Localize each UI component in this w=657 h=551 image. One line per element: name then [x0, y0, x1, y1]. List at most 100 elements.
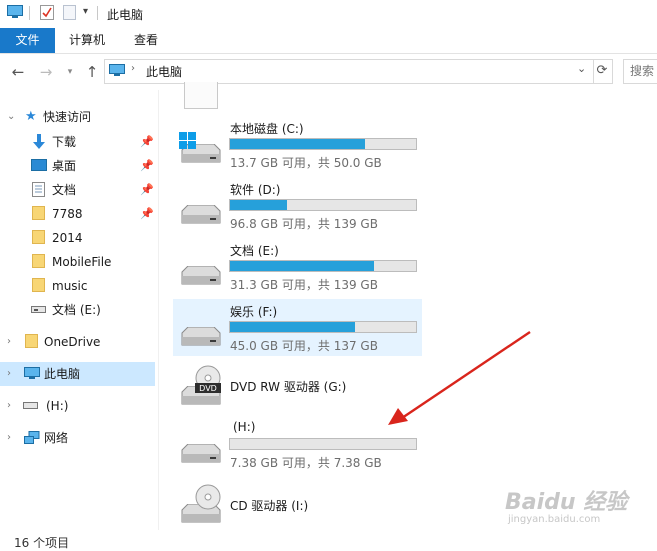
usage-fill	[230, 139, 366, 149]
drive-c[interactable]: 本地磁盘 (C:) 13.7 GB 可用，共 50.0 GB	[173, 116, 422, 173]
usage-fill	[230, 322, 355, 332]
drive-space: 13.7 GB 可用，共 50.0 GB	[230, 156, 382, 170]
nav-item-desktop[interactable]: 桌面 📌	[0, 155, 155, 177]
usage-bar	[229, 138, 417, 150]
baidu-watermark-logo: Baidu 经验	[505, 490, 628, 515]
drive-d[interactable]: 软件 (D:) 96.8 GB 可用，共 139 GB	[173, 177, 422, 234]
drive-icon	[31, 306, 46, 313]
breadcrumb[interactable]: 此电脑	[146, 63, 182, 80]
cropped-drive-icon[interactable]	[184, 82, 218, 109]
nav-this-pc[interactable]: › 此电脑	[0, 362, 155, 386]
nav-label: 下载	[52, 135, 77, 149]
nav-item-mobilefile[interactable]: MobileFile	[0, 251, 155, 273]
pane-divider[interactable]	[158, 90, 159, 530]
nav-label: 桌面	[52, 159, 77, 173]
nav-label: 文档 (E:)	[52, 303, 101, 317]
download-arrow-icon	[33, 134, 45, 149]
up-button[interactable]: ↑	[82, 62, 102, 82]
tab-view[interactable]: 查看	[122, 28, 170, 53]
computer-icon	[7, 5, 23, 18]
usb-drive-icon	[23, 402, 38, 409]
refresh-button[interactable]: ⟳	[592, 59, 613, 84]
navigation-pane: ⌄ ★ 快速访问 下载 📌 桌面 📌 文档 📌 7788 📌 2014 Mobi…	[0, 96, 158, 536]
nav-item-documents[interactable]: 文档 📌	[0, 179, 155, 201]
customize-toolbar-icon[interactable]: ▾	[83, 6, 88, 17]
nav-label: 此电脑	[44, 367, 81, 381]
folder-icon	[25, 334, 38, 348]
drive-e[interactable]: 文档 (E:) 31.3 GB 可用，共 139 GB	[173, 238, 422, 295]
chevron-right-icon[interactable]: ›	[7, 427, 11, 449]
folder-icon	[32, 254, 45, 268]
chevron-down-icon[interactable]: ⌄	[7, 106, 15, 128]
baidu-watermark-url: jingyan.baidu.com	[508, 514, 601, 525]
nav-h-drive[interactable]: › (H:)	[0, 395, 155, 417]
nav-item-documents-e[interactable]: 文档 (E:)	[0, 299, 155, 321]
recent-locations-button[interactable]: ▾	[60, 62, 80, 82]
address-bar[interactable]: › 此电脑 ⌄	[104, 59, 594, 84]
chevron-right-icon[interactable]: ›	[7, 362, 11, 386]
removable-drive-icon	[181, 444, 221, 463]
tab-file[interactable]: 文件	[0, 28, 55, 53]
chevron-down-icon[interactable]: ⌄	[577, 62, 586, 75]
network-icon	[24, 431, 40, 444]
drive-i-cd[interactable]: CD 驱动器 (I:)	[173, 480, 422, 530]
pin-icon[interactable]: 📌	[140, 179, 154, 201]
new-folder-icon[interactable]	[63, 5, 76, 20]
usage-bar	[229, 199, 417, 211]
dvd-disc-icon: DVD	[195, 365, 221, 393]
nav-label: MobileFile	[52, 255, 112, 269]
cd-disc-icon	[195, 484, 221, 510]
window-title: 此电脑	[107, 8, 144, 22]
svg-text:DVD: DVD	[199, 384, 217, 393]
usage-fill	[230, 261, 375, 271]
title-bar: ▾ 此电脑	[0, 0, 657, 28]
drive-name: 本地磁盘 (C:)	[230, 122, 304, 136]
folder-icon	[32, 278, 45, 292]
nav-item-7788[interactable]: 7788 📌	[0, 203, 155, 225]
nav-label: OneDrive	[44, 335, 101, 349]
drive-name: (H:)	[233, 420, 256, 434]
nav-quick-access[interactable]: ⌄ ★ 快速访问	[0, 106, 155, 128]
document-icon	[32, 182, 45, 197]
drive-name: 文档 (E:)	[230, 244, 279, 258]
drive-space: 7.38 GB 可用，共 7.38 GB	[230, 456, 382, 470]
usage-bar	[229, 438, 417, 450]
drive-name: CD 驱动器 (I:)	[230, 499, 309, 513]
ribbon-tabs: 文件 计算机 查看	[0, 28, 657, 54]
nav-label: 文档	[52, 183, 77, 197]
status-item-count: 16 个项目	[14, 536, 70, 550]
nav-item-music[interactable]: music	[0, 275, 155, 297]
drive-name: 软件 (D:)	[230, 183, 281, 197]
hard-drive-icon	[181, 327, 221, 346]
nav-network[interactable]: › 网络	[0, 427, 155, 449]
drive-space: 31.3 GB 可用，共 139 GB	[230, 278, 378, 292]
desktop-icon	[31, 159, 47, 171]
pin-icon[interactable]: 📌	[140, 155, 154, 177]
chevron-right-icon[interactable]: ›	[7, 395, 11, 417]
search-input[interactable]: 搜索	[623, 59, 657, 84]
hard-drive-icon	[181, 205, 221, 224]
windows-logo-icon	[179, 132, 196, 149]
drive-name: 娱乐 (F:)	[230, 305, 278, 319]
nav-item-2014[interactable]: 2014	[0, 227, 155, 249]
pin-icon[interactable]: 📌	[140, 131, 154, 153]
nav-onedrive[interactable]: › OneDrive	[0, 331, 155, 353]
nav-item-downloads[interactable]: 下载 📌	[0, 131, 155, 153]
nav-label: music	[52, 279, 88, 293]
drive-name: DVD RW 驱动器 (G:)	[230, 380, 347, 394]
annotation-arrow	[388, 331, 531, 425]
back-button[interactable]: ←	[8, 62, 28, 82]
computer-icon	[24, 367, 40, 379]
nav-label: 网络	[44, 431, 69, 445]
properties-icon[interactable]	[40, 5, 54, 20]
breadcrumb-chevron-icon[interactable]: ›	[131, 63, 135, 74]
folder-icon	[32, 230, 45, 244]
forward-button[interactable]: →	[36, 62, 56, 82]
folder-icon	[32, 206, 45, 220]
drive-space: 96.8 GB 可用，共 139 GB	[230, 217, 378, 231]
pin-icon[interactable]: 📌	[140, 203, 154, 225]
chevron-right-icon[interactable]: ›	[7, 331, 11, 353]
nav-label: (H:)	[46, 399, 69, 413]
tab-computer[interactable]: 计算机	[60, 28, 114, 53]
usage-fill	[230, 200, 287, 210]
